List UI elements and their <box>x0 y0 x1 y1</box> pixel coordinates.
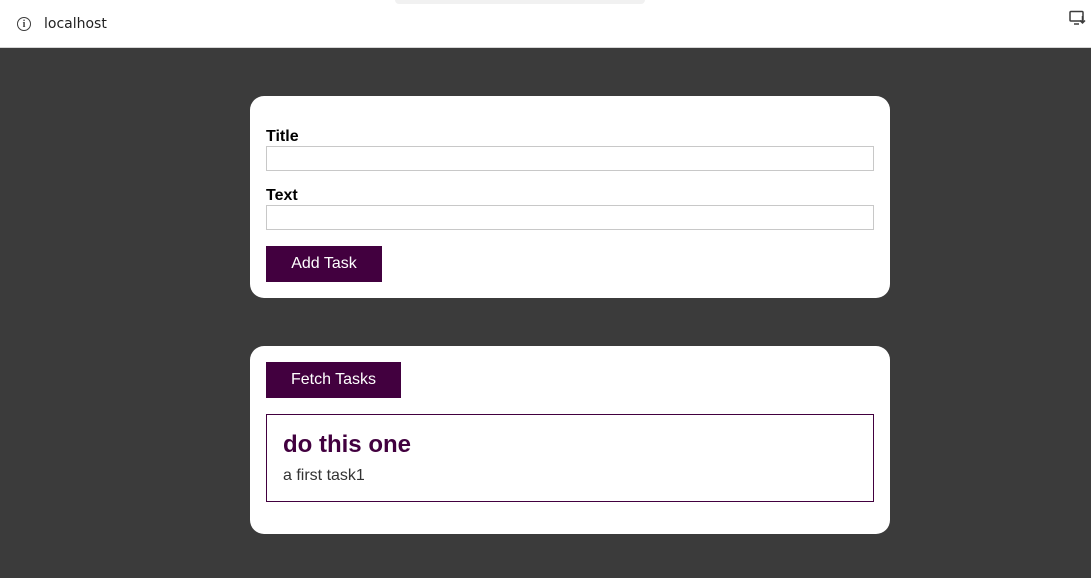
task-text: a first task1 <box>283 467 365 484</box>
text-input[interactable] <box>266 205 874 230</box>
task-item: do this one a first task1 <box>266 414 874 502</box>
title-input[interactable] <box>266 146 874 171</box>
url-text[interactable]: localhost <box>44 16 107 32</box>
task-title: do this one <box>283 431 411 458</box>
install-app-icon[interactable] <box>1069 10 1087 26</box>
text-label: Text <box>266 187 298 204</box>
browser-toolbar: i localhost <box>0 0 1091 48</box>
title-label: Title <box>266 128 299 145</box>
add-task-button[interactable]: Add Task <box>266 246 382 282</box>
info-icon[interactable]: i <box>17 17 31 31</box>
tab-strip <box>395 0 645 4</box>
address-bar[interactable]: i localhost <box>6 6 1091 42</box>
fetch-tasks-button[interactable]: Fetch Tasks <box>266 362 401 398</box>
task-list-panel: Fetch Tasks do this one a first task1 <box>250 346 890 534</box>
add-task-form: Title Text Add Task <box>250 96 890 298</box>
